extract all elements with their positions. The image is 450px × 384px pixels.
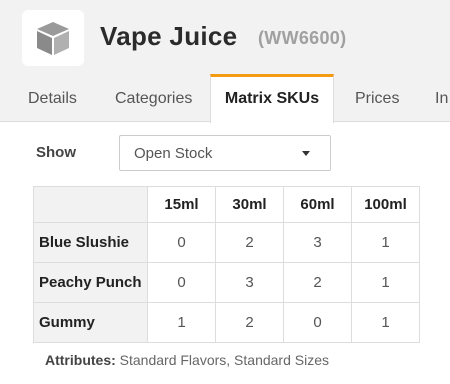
tab-prices[interactable]: Prices — [355, 74, 399, 122]
stock-cell: 1 — [351, 302, 420, 343]
stock-cell: 3 — [215, 262, 284, 303]
box-icon — [37, 22, 69, 55]
tab-bar: Details Categories Matrix SKUs Prices In — [0, 74, 450, 123]
table-header-row: 15ml 30ml 60ml 100ml — [33, 186, 420, 223]
stock-cell: 3 — [283, 222, 352, 263]
product-image — [22, 10, 84, 66]
attributes-label: Attributes: — [45, 352, 116, 368]
stock-filter-select[interactable]: Open Stock — [119, 135, 331, 171]
caret-down-icon — [302, 151, 310, 156]
tab-matrix-skus[interactable]: Matrix SKUs — [210, 74, 334, 123]
attributes-value: Standard Flavors, Standard Sizes — [119, 352, 330, 368]
column-header: 100ml — [351, 186, 420, 223]
row-header: Peachy Punch — [33, 262, 148, 303]
tab-inventory[interactable]: In — [435, 74, 448, 122]
stock-cell: 1 — [351, 262, 420, 303]
row-header: Gummy — [33, 302, 148, 343]
product-header: Vape Juice (WW6600) — [0, 0, 450, 74]
stock-cell: 0 — [147, 222, 216, 263]
column-header: 60ml — [283, 186, 352, 223]
table-corner-cell — [33, 186, 148, 223]
stock-filter-value: Open Stock — [134, 145, 213, 162]
product-title: Vape Juice — [100, 21, 238, 51]
attributes-line: Attributes: Standard Flavors, Standard S… — [45, 352, 329, 368]
show-label: Show — [36, 144, 76, 161]
stock-cell: 2 — [215, 302, 284, 343]
stock-cell: 0 — [283, 302, 352, 343]
tab-details[interactable]: Details — [28, 74, 77, 122]
stock-cell: 1 — [147, 302, 216, 343]
column-header: 15ml — [147, 186, 216, 223]
product-code: (WW6600) — [258, 28, 347, 48]
column-header: 30ml — [215, 186, 284, 223]
table-row: Peachy Punch 0 3 2 1 — [33, 262, 420, 303]
matrix-sku-table: 15ml 30ml 60ml 100ml Blue Slushie 0 2 3 … — [33, 186, 420, 343]
stock-cell: 0 — [147, 262, 216, 303]
table-row: Blue Slushie 0 2 3 1 — [33, 222, 420, 263]
tab-categories[interactable]: Categories — [115, 74, 192, 122]
row-header: Blue Slushie — [33, 222, 148, 263]
table-row: Gummy 1 2 0 1 — [33, 302, 420, 343]
stock-cell: 2 — [215, 222, 284, 263]
stock-cell: 2 — [283, 262, 352, 303]
stock-cell: 1 — [351, 222, 420, 263]
